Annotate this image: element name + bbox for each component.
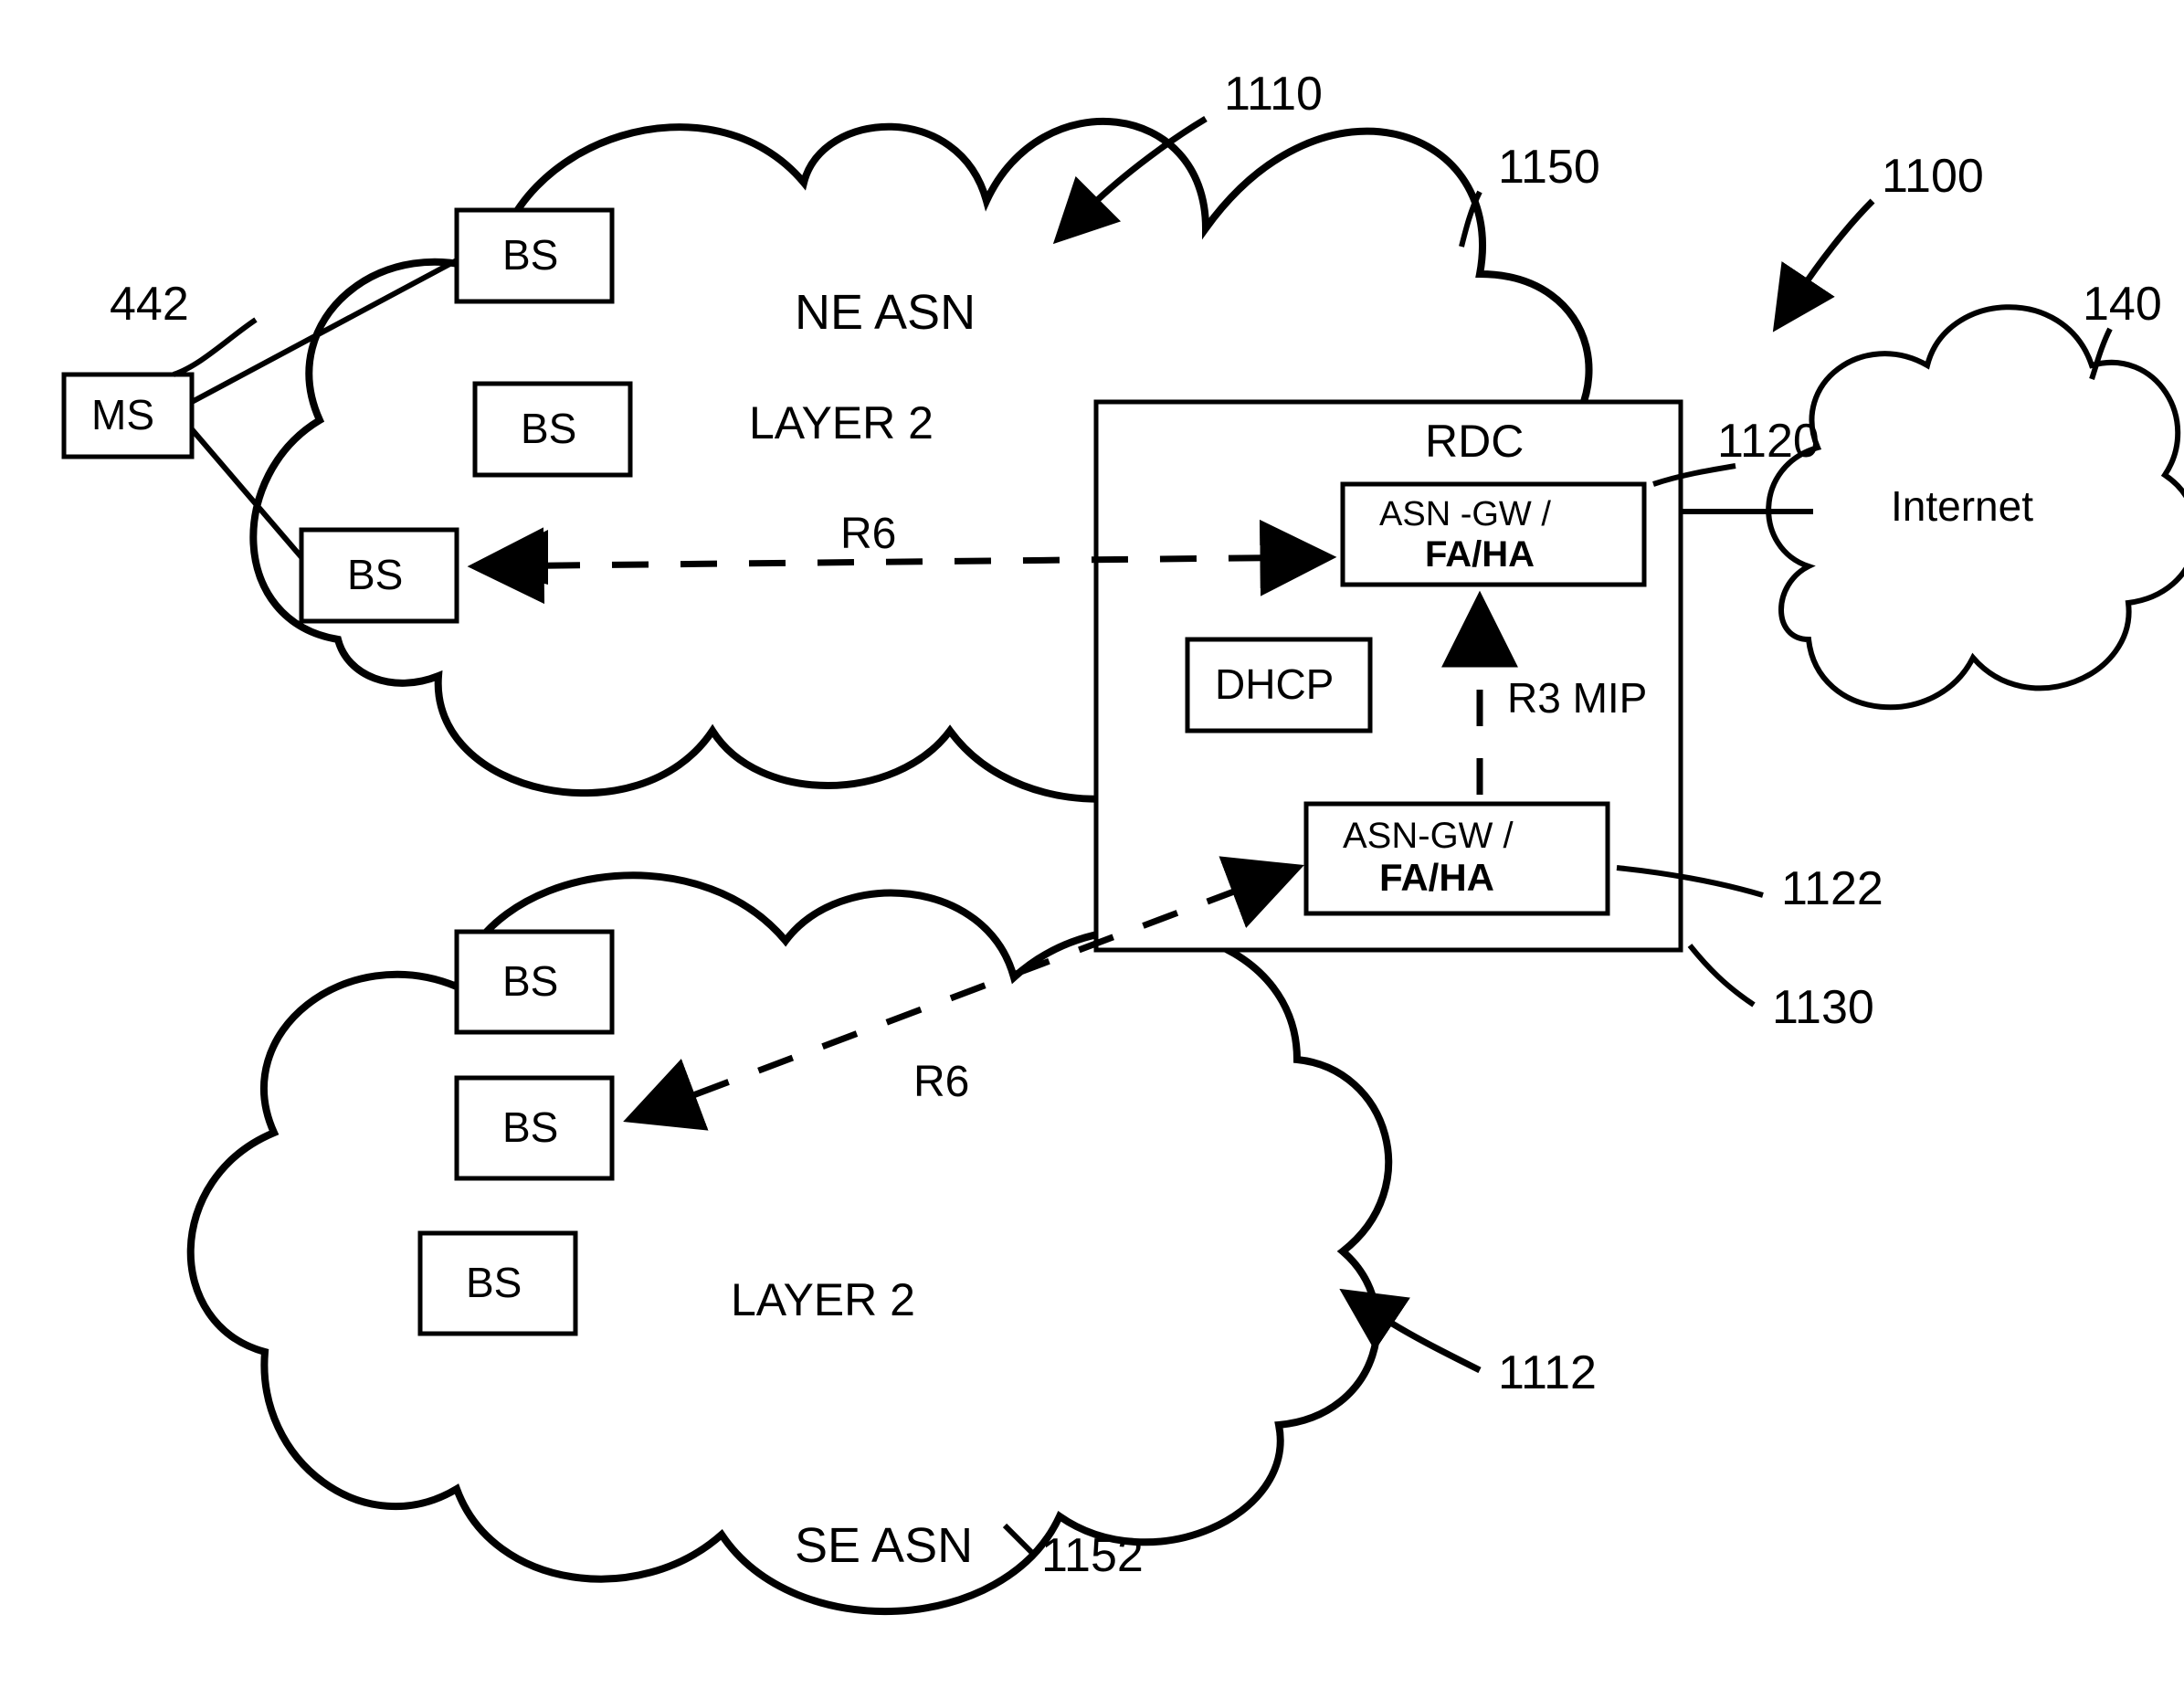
- se-asn-cloud: [191, 875, 1388, 1611]
- r6-label-top: R6: [840, 510, 896, 558]
- ne-bs-2-label: BS: [521, 405, 576, 452]
- ne-asn-label: NE ASN: [795, 285, 976, 340]
- asn-gw-bottom-line1: ASN-GW /: [1343, 816, 1514, 856]
- ref-1120: 1120: [1717, 415, 1820, 468]
- se-bs-3-label: BS: [466, 1259, 522, 1306]
- internet-label: Internet: [1891, 482, 2033, 530]
- ref-1122: 1122: [1781, 862, 1883, 915]
- ne-bs-1-label: BS: [502, 231, 558, 279]
- se-layer2-label: LAYER 2: [731, 1274, 915, 1325]
- leader-1100: [1799, 201, 1873, 292]
- diagram-canvas: RDC ASN -GW / FA/HA DHCP ASN-GW / FA/HA …: [0, 0, 2184, 1699]
- ref-442: 442: [110, 278, 189, 331]
- ref-1152: 1152: [1041, 1529, 1144, 1582]
- asn-gw-bottom-line2: FA/HA: [1379, 856, 1494, 899]
- ms-label: MS: [91, 391, 154, 438]
- r6-label-bottom: R6: [913, 1058, 969, 1106]
- ne-layer2-label: LAYER 2: [749, 397, 934, 448]
- ne-bs-3-label: BS: [347, 551, 403, 598]
- se-bs-2-label: BS: [502, 1103, 558, 1151]
- rdc-label: RDC: [1425, 416, 1524, 467]
- dhcp-label: DHCP: [1215, 660, 1334, 708]
- se-bs-1-label: BS: [502, 957, 558, 1005]
- ref-1130: 1130: [1772, 981, 1874, 1034]
- leader-1112: [1379, 1315, 1480, 1370]
- r3-mip-label: R3 MIP: [1507, 674, 1647, 722]
- ref-1150: 1150: [1498, 141, 1600, 194]
- ref-1110: 1110: [1224, 68, 1323, 121]
- ref-1112: 1112: [1498, 1346, 1597, 1399]
- ref-140: 140: [2083, 278, 2162, 331]
- asn-gw-top-line1: ASN -GW /: [1379, 495, 1551, 533]
- ref-1100: 1100: [1882, 150, 1984, 203]
- asn-gw-top-line2: FA/HA: [1425, 534, 1535, 575]
- leader-1130: [1690, 945, 1754, 1005]
- se-asn-label: SE ASN: [795, 1518, 973, 1573]
